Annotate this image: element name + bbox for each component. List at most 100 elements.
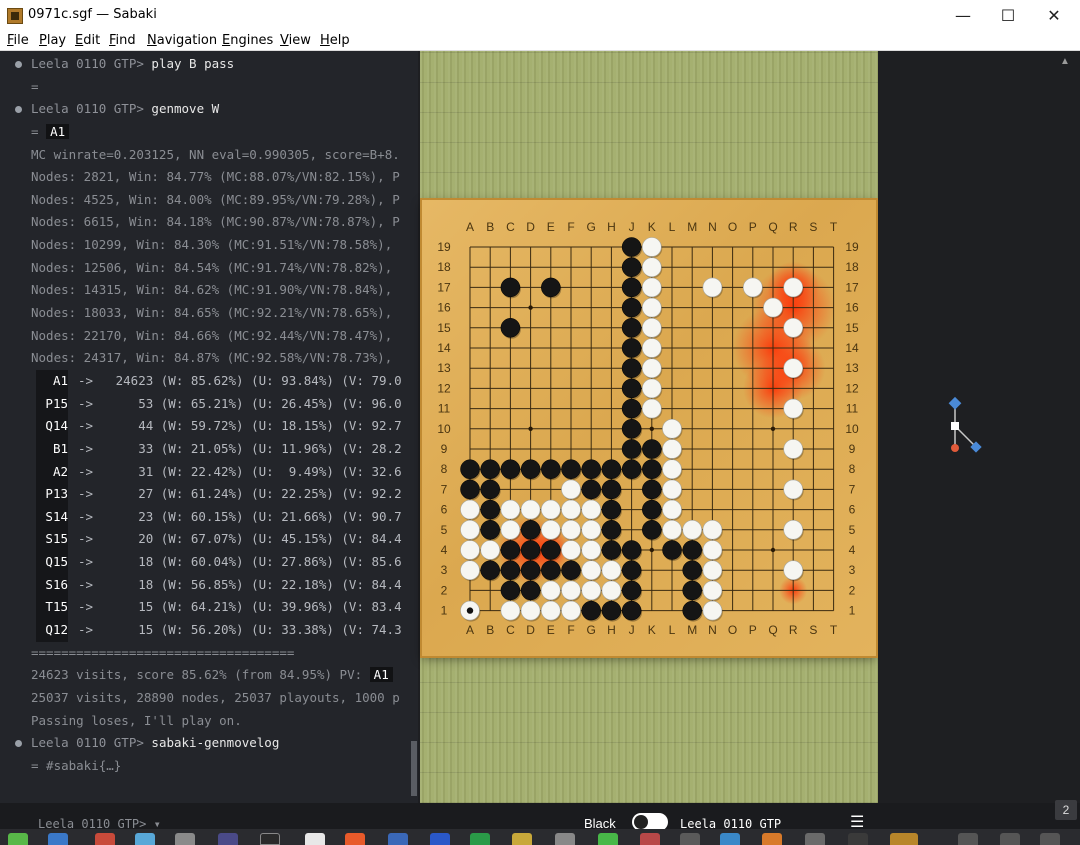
taskbar-app-icon[interactable] <box>135 833 155 845</box>
row-label-right: 3 <box>849 563 856 577</box>
black-stone <box>621 560 642 580</box>
black-stone <box>621 318 642 338</box>
black-stone <box>500 318 521 338</box>
black-stone <box>581 479 601 500</box>
candidate-move[interactable]: S15 <box>36 528 68 552</box>
white-stone <box>783 560 803 580</box>
row-label-right: 8 <box>849 462 856 476</box>
column-label-bottom: K <box>648 623 656 637</box>
taskbar-app-icon[interactable] <box>305 833 325 845</box>
column-label-top: M <box>687 220 697 234</box>
black-stone <box>561 459 581 479</box>
candidate-move[interactable]: Q14 <box>36 415 68 438</box>
console-line: = #sabaki{…} <box>0 755 412 778</box>
taskbar-app-icon[interactable] <box>388 833 408 845</box>
menu-play[interactable]: Play <box>39 33 66 48</box>
taskbar-app-icon[interactable] <box>430 833 450 845</box>
menu-bar: File Play Edit Find Navigation Engines V… <box>0 31 1080 51</box>
taskbar-app-icon[interactable] <box>512 833 532 845</box>
taskbar-app-icon[interactable] <box>95 833 115 845</box>
black-stone <box>480 459 500 479</box>
candidate-move[interactable]: Q15 <box>36 551 68 574</box>
white-stone <box>581 520 601 540</box>
taskbar-app-icon[interactable] <box>680 833 700 845</box>
black-stone <box>642 459 662 479</box>
candidate-move[interactable]: Q12 <box>36 619 68 642</box>
taskbar-app-icon[interactable] <box>260 833 280 845</box>
white-stone <box>642 358 662 378</box>
taskbar-tray-icon[interactable] <box>1000 833 1020 845</box>
candidate-stats: -> 24623 (W: 85.62%) (U: 93.84%) (V: 79.… <box>78 372 402 388</box>
tree-node-genmove[interactable] <box>951 444 959 452</box>
console-log: Leela 0110 GTP> play B pass = Leela 0110 G… <box>0 53 412 778</box>
taskbar-tray-icon[interactable] <box>958 833 978 845</box>
menu-help[interactable]: Help <box>320 33 350 48</box>
scroll-up-arrow-icon[interactable]: ▲ <box>1060 56 1070 67</box>
menu-edit[interactable]: Edit <box>75 33 100 48</box>
row-label-right: 9 <box>849 442 856 456</box>
white-stone <box>500 600 521 621</box>
maximize-button[interactable]: ☐ <box>985 0 1031 31</box>
console-scrollbar[interactable] <box>411 741 417 796</box>
candidate-stats: -> 18 (W: 56.85%) (U: 22.18%) (V: 84.4 <box>78 576 402 592</box>
taskbar-app-icon[interactable] <box>345 833 365 845</box>
column-label-bottom: A <box>466 623 474 637</box>
menu-file[interactable]: File <box>7 33 29 48</box>
goban-svg[interactable]: AABBCCDDEEFFGGHHJJKKLLMMNNOOPPQQRRSSTT19… <box>422 200 876 656</box>
column-label-bottom: Q <box>768 623 777 637</box>
console-text: Nodes: 22170, Win: 84.66% (MC:92.44%/VN:… <box>31 327 393 343</box>
goban[interactable]: A A B B C C D D E E F F G G H H J J K K L L M M N N O O P P Q Q R R S S T T 19… <box>422 200 876 656</box>
black-stone <box>621 338 642 358</box>
game-tree[interactable] <box>878 51 1080 803</box>
console-move-highlight[interactable]: A1 <box>46 123 70 139</box>
last-move-marker <box>466 607 474 614</box>
candidate-move[interactable]: S14 <box>36 505 68 529</box>
status-bar: Leela 0110 GTP> ▾ Black Leela 0110 GTP ☰ <box>0 803 1080 831</box>
taskbar-app-icon[interactable] <box>8 833 28 845</box>
black-stone <box>621 398 642 419</box>
menu-navigation[interactable]: Navigation <box>147 33 217 48</box>
menu-find[interactable]: Find <box>109 33 136 48</box>
taskbar-app-icon[interactable] <box>805 833 825 845</box>
console-candidate-move-line: P13 -> 27 (W: 61.24%) (U: 22.25%) (V: 92.… <box>0 483 412 506</box>
candidate-move[interactable]: P15 <box>36 392 68 416</box>
menu-view[interactable]: View <box>280 33 311 48</box>
column-label-bottom: D <box>526 623 535 637</box>
taskbar-app-icon[interactable] <box>555 833 575 845</box>
black-stone <box>500 459 521 479</box>
taskbar-app-icon[interactable] <box>470 833 490 845</box>
candidate-move[interactable]: T15 <box>36 596 68 620</box>
row-label-right: 11 <box>846 402 859 416</box>
console-move-highlight[interactable]: A1 <box>369 667 393 683</box>
candidate-stats: -> 53 (W: 65.21%) (U: 26.45%) (V: 96.0 <box>78 395 402 411</box>
candidate-move[interactable]: S16 <box>36 573 68 597</box>
candidate-move[interactable]: P13 <box>36 483 68 506</box>
taskbar-app-icon[interactable] <box>48 833 68 845</box>
candidate-move[interactable]: B1 <box>36 437 68 461</box>
taskbar-app-icon[interactable] <box>218 833 238 845</box>
taskbar-app-icon[interactable] <box>848 833 868 845</box>
taskbar-tray-icon[interactable] <box>1040 833 1060 845</box>
minimize-button[interactable]: — <box>940 0 986 31</box>
console-line: Nodes: 2821, Win: 84.77% (MC:88.07%/VN:8… <box>0 166 412 189</box>
taskbar-sabaki-icon[interactable] <box>890 833 918 845</box>
taskbar-app-icon[interactable] <box>762 833 782 845</box>
taskbar-app-icon[interactable] <box>175 833 195 845</box>
menu-engines[interactable]: Engines <box>222 33 273 48</box>
taskbar-app-icon[interactable] <box>640 833 660 845</box>
black-stone <box>500 560 521 580</box>
row-label-right: 15 <box>845 321 859 335</box>
candidate-move[interactable]: A2 <box>36 460 68 484</box>
white-stone <box>662 520 682 540</box>
tree-node-move[interactable] <box>948 396 962 410</box>
candidate-move[interactable]: A1 <box>36 369 68 393</box>
close-button[interactable]: ✕ <box>1031 0 1077 31</box>
taskbar-app-icon[interactable] <box>720 833 740 845</box>
column-label-bottom: R <box>789 623 798 637</box>
hamburger-menu-icon[interactable]: ☰ <box>850 815 864 831</box>
game-tree-panel[interactable] <box>878 51 1080 803</box>
gtp-console[interactable]: Leela 0110 GTP> play B pass = Leela 0110 G… <box>0 51 418 803</box>
tree-node-current[interactable] <box>951 422 959 430</box>
taskbar-app-icon[interactable] <box>598 833 618 845</box>
column-label-bottom: S <box>809 623 817 637</box>
